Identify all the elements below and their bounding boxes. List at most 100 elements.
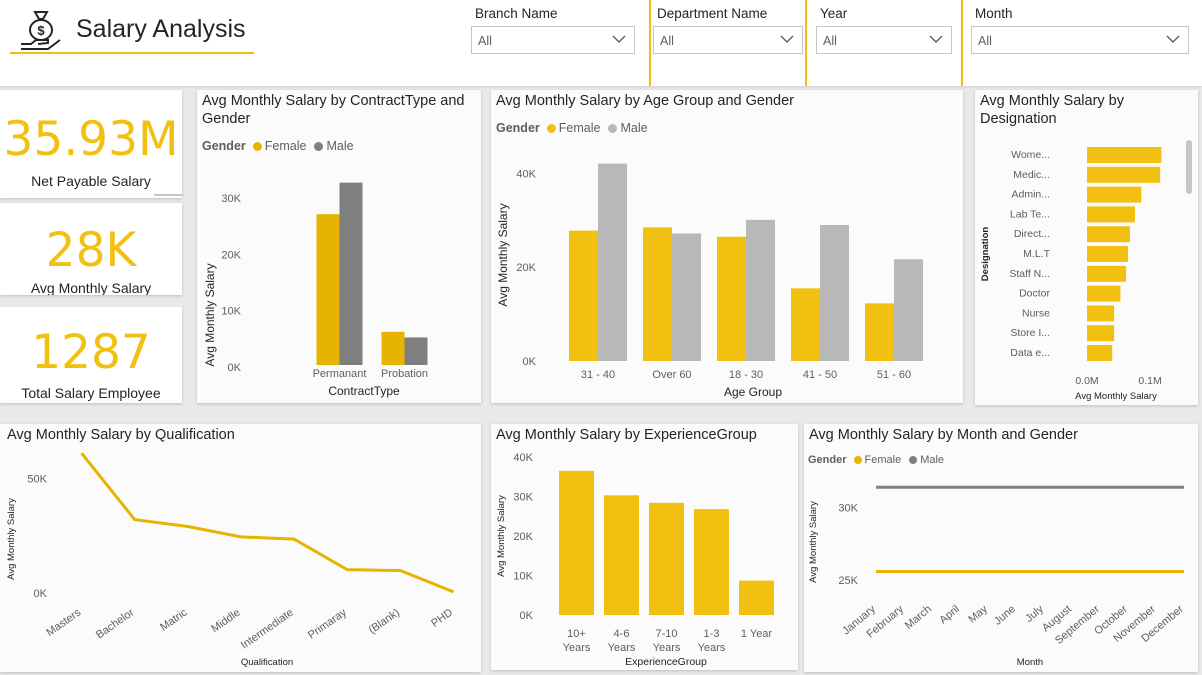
- y-tick-label: 20K: [221, 249, 241, 261]
- dropdown-value: All: [478, 34, 492, 48]
- month-chart-plot: 25K30KAvg Monthly SalaryJanuaryFebruaryM…: [808, 485, 1186, 668]
- slicer-department-name: Department Name All: [653, 0, 803, 85]
- x-tick-label: Years: [653, 642, 681, 654]
- kpi-value: 35.93M: [3, 112, 179, 167]
- x-tick-label: Years: [698, 642, 726, 654]
- age-chart-plot: 0K 20K 40K Avg Monthly Salary 31 - 40 Over 60…: [496, 163, 923, 399]
- y-axis-title: Avg Monthly Salary: [203, 263, 217, 366]
- bar-female: [316, 214, 340, 365]
- chart-qualification[interactable]: Avg Monthly Salary by Qualification 0K 50…: [0, 424, 481, 672]
- x-tick-label: March: [903, 603, 934, 632]
- bar-male: [598, 163, 627, 361]
- x-tick-label: Masters: [44, 606, 83, 639]
- title-underline: [10, 52, 254, 54]
- designation-chart-plot: Wome... Medic... Admin... Lab Te... Direct..…: [980, 147, 1162, 402]
- bar-female: [381, 331, 405, 365]
- x-tick-label: 7-10: [655, 628, 677, 640]
- slicer-month: Month All: [971, 0, 1190, 85]
- chart-experience-group[interactable]: Avg Monthly Salary by ExperienceGroup 0K…: [491, 424, 798, 670]
- y-tick-label: 50K: [27, 473, 47, 485]
- bar: [1087, 325, 1115, 342]
- chart-contract-type-gender[interactable]: Avg Monthly Salary by ContractType and G…: [197, 90, 481, 403]
- x-tick-label: 4-6: [614, 628, 630, 640]
- y-tick-label: 25K: [838, 575, 858, 587]
- bar: [1087, 226, 1130, 243]
- bar: [1087, 186, 1142, 203]
- x-tick-label: Years: [608, 642, 636, 654]
- x-axis-title: Avg Monthly Salary: [1075, 391, 1157, 402]
- y-tick-label: 20K: [513, 531, 533, 543]
- x-tick-label: 31 - 40: [581, 369, 615, 381]
- bar: [1087, 285, 1121, 302]
- bar-male: [672, 233, 701, 361]
- bar: [739, 580, 774, 615]
- qualification-chart-plot: 0K 50K Avg Monthly Salary Masters Bachelor Ma…: [6, 452, 455, 668]
- x-tick-label: PHD: [429, 607, 455, 630]
- slicer-label: Month: [975, 6, 1013, 21]
- contract-chart-plot: 0K 10K 20K 30K Avg Monthly Salary Permanant Pr…: [203, 182, 428, 398]
- x-tick-label: Permanant: [313, 368, 367, 380]
- bar: [1087, 206, 1135, 223]
- y-tick-label: 0K: [520, 610, 534, 622]
- kpi-avg-monthly-salary: 28K Avg Monthly Salary: [0, 203, 182, 295]
- x-tick-label: (Blank): [367, 607, 402, 637]
- chevron-down-icon: [929, 35, 943, 43]
- x-tick-label: May: [966, 603, 990, 626]
- y-tick-label: Direct...: [1014, 228, 1050, 240]
- experience-chart-plot: 0K 10K 20K 30K 40K Avg Monthly Salary 10+ Years…: [496, 452, 774, 668]
- x-axis-title: ExperienceGroup: [625, 656, 707, 668]
- y-tick-label: Admin...: [1011, 189, 1050, 201]
- y-axis-title: Avg Monthly Salary: [6, 498, 17, 580]
- y-tick-label: Data e...: [1010, 347, 1050, 359]
- slicer-divider: [649, 0, 651, 86]
- svg-text:$: $: [37, 23, 45, 38]
- header-bar: $ Salary Analysis Branch Name All Depart…: [0, 0, 1202, 86]
- x-tick-label: Years: [563, 642, 591, 654]
- dropdown-value: All: [978, 34, 992, 48]
- slicer-label: Department Name: [657, 6, 768, 21]
- y-tick-label: 30K: [838, 503, 858, 515]
- bar: [694, 509, 729, 615]
- x-tick-label: 0.1M: [1138, 375, 1161, 387]
- bar: [649, 502, 684, 615]
- month-dropdown[interactable]: All: [971, 26, 1189, 54]
- bar: [1087, 246, 1128, 262]
- kpi-label: Net Payable Salary: [31, 173, 151, 189]
- y-tick-label: 40K: [513, 452, 533, 464]
- bar-female: [643, 227, 672, 361]
- kpi-value: 1287: [31, 325, 151, 380]
- x-tick-label: 1-3: [704, 628, 720, 640]
- x-tick-label: April: [937, 603, 962, 626]
- scrollbar-thumb[interactable]: [1186, 140, 1192, 194]
- x-tick-label: 18 - 30: [729, 369, 763, 381]
- slicer-label: Year: [820, 6, 848, 21]
- y-tick-label: M.L.T: [1023, 248, 1050, 260]
- x-axis-title: Month: [1017, 657, 1043, 668]
- chart-age-group-gender[interactable]: Avg Monthly Salary by Age Group and Gend…: [491, 90, 963, 403]
- page-title: Salary Analysis: [76, 15, 246, 43]
- slicer-label: Branch Name: [475, 6, 558, 21]
- y-tick-label: 40K: [516, 168, 536, 180]
- x-tick-label: Middle: [209, 607, 242, 635]
- y-axis-title: Avg Monthly Salary: [496, 495, 507, 577]
- y-tick-label: Doctor: [1019, 288, 1050, 300]
- y-tick-label: Medic...: [1013, 169, 1050, 181]
- branch-name-dropdown[interactable]: All: [471, 26, 635, 54]
- bar-female: [717, 236, 746, 361]
- chevron-down-icon: [612, 35, 626, 43]
- chart-designation[interactable]: Avg Monthly Salary by Designation Wome..…: [975, 90, 1198, 405]
- dropdown-value: All: [660, 34, 674, 48]
- department-name-dropdown[interactable]: All: [653, 26, 803, 54]
- y-tick-label: 0K: [523, 356, 537, 368]
- y-tick-label: Lab Te...: [1010, 208, 1050, 220]
- bar-female: [791, 288, 820, 361]
- y-tick-label: Staff N...: [1009, 268, 1050, 280]
- series-line: [80, 452, 454, 594]
- chart-month-gender[interactable]: Avg Monthly Salary by Month and Gender G…: [804, 424, 1198, 672]
- y-axis-title: Designation: [980, 227, 991, 282]
- bar-female: [865, 303, 894, 361]
- year-dropdown[interactable]: All: [816, 26, 952, 54]
- kpi-label: Total Salary Employee: [21, 385, 161, 401]
- kpi-total-salary-employee: 1287 Total Salary Employee: [0, 307, 182, 403]
- y-axis-title: Avg Monthly Salary: [808, 501, 819, 583]
